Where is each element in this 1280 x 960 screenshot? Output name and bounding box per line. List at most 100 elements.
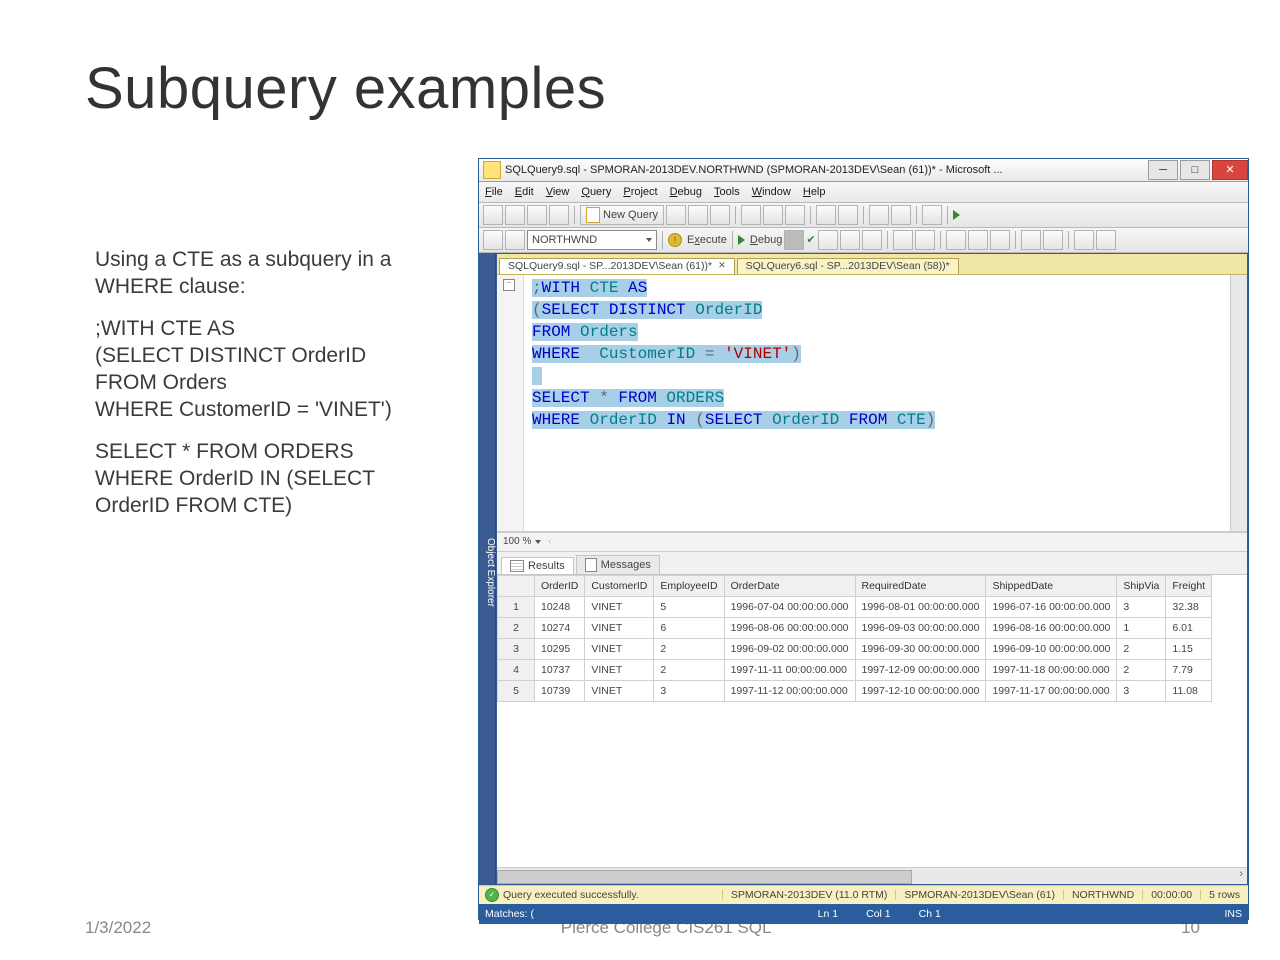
save-all-icon[interactable] xyxy=(549,205,569,225)
results-grid-icon[interactable] xyxy=(840,230,860,250)
menu-edit[interactable]: Edit xyxy=(515,187,534,198)
chevron-down-icon[interactable] xyxy=(535,540,541,544)
change-connection-icon[interactable] xyxy=(505,230,525,250)
body-sql-1: ;WITH CTE AS (SELECT DISTINCT OrderID FR… xyxy=(95,315,445,424)
misc-icon-1[interactable] xyxy=(869,205,889,225)
table-row[interactable]: 110248VINET51996-07-04 00:00:00.0001996-… xyxy=(498,597,1212,618)
object-explorer-tab[interactable]: Object Explorer xyxy=(479,253,496,885)
maximize-button[interactable]: □ xyxy=(1180,160,1210,180)
slide-title: Subquery examples xyxy=(85,55,606,122)
col-shipvia[interactable]: ShipVia xyxy=(1117,576,1166,597)
cut-icon[interactable] xyxy=(741,205,761,225)
scroll-thumb[interactable] xyxy=(497,870,912,884)
table-row[interactable]: 210274VINET61996-08-06 00:00:00.0001996-… xyxy=(498,618,1212,639)
close-tab-icon[interactable]: ✕ xyxy=(718,261,726,270)
execute-icon[interactable]: ! xyxy=(668,233,682,247)
tab-inactive[interactable]: SQLQuery6.sql - SP...2013DEV\Sean (58))* xyxy=(737,258,959,275)
table-row[interactable]: 510739VINET31997-11-12 00:00:00.0001997-… xyxy=(498,681,1212,702)
col-employeeid[interactable]: EmployeeID xyxy=(654,576,724,597)
sql-editor[interactable]: − ;WITH CTE AS(SELECT DISTINCT OrderIDFR… xyxy=(497,275,1247,532)
menu-window[interactable]: Window xyxy=(752,187,791,198)
document-tabs: SQLQuery9.sql - SP...2013DEV\Sean (61))*… xyxy=(497,254,1247,275)
status-ins: INS xyxy=(1224,909,1242,920)
status-matches: Matches: ( xyxy=(485,909,534,920)
col-customerid[interactable]: CustomerID xyxy=(585,576,654,597)
menu-query[interactable]: Query xyxy=(581,187,611,198)
col-orderdate[interactable]: OrderDate xyxy=(724,576,855,597)
col-shippeddate[interactable]: ShippedDate xyxy=(986,576,1117,597)
save-icon[interactable] xyxy=(527,205,547,225)
menu-view[interactable]: View xyxy=(546,187,570,198)
results-grid[interactable]: OrderIDCustomerIDEmployeeIDOrderDateRequ… xyxy=(497,575,1247,867)
debug-button[interactable]: Debug xyxy=(747,235,783,246)
tab-active[interactable]: SQLQuery9.sql - SP...2013DEV\Sean (61))*… xyxy=(499,258,735,275)
vertical-scrollbar[interactable] xyxy=(1230,275,1247,531)
zoom-value[interactable]: 100 % xyxy=(503,537,531,547)
undo-icon[interactable] xyxy=(816,205,836,225)
menu-file[interactable]: File xyxy=(485,187,503,198)
open-icon[interactable] xyxy=(505,205,525,225)
connect-icon[interactable] xyxy=(483,230,503,250)
misc-icon-3[interactable] xyxy=(922,205,942,225)
opt-icon-1[interactable] xyxy=(893,230,913,250)
code-area[interactable]: ;WITH CTE AS(SELECT DISTINCT OrderIDFROM… xyxy=(524,275,1230,531)
outdent-icon[interactable] xyxy=(1043,230,1063,250)
window-titlebar[interactable]: SQLQuery9.sql - SPMORAN-2013DEV.NORTHWND… xyxy=(479,159,1248,182)
status-message: Query executed successfully. xyxy=(503,890,639,901)
close-button[interactable]: ✕ xyxy=(1212,160,1248,180)
tab-results[interactable]: Results xyxy=(501,557,574,574)
chevron-down-icon xyxy=(646,238,652,242)
col-orderid[interactable]: OrderID xyxy=(535,576,585,597)
plan-icon[interactable] xyxy=(818,230,838,250)
parse-check-icon[interactable]: ✔ xyxy=(806,235,815,246)
app-icon xyxy=(483,161,501,179)
opt-icon-3[interactable] xyxy=(946,230,966,250)
paste-icon[interactable] xyxy=(785,205,805,225)
menubar[interactable]: File Edit View Query Project Debug Tools… xyxy=(479,182,1248,203)
success-icon: ✓ xyxy=(485,888,499,902)
stop-icon[interactable] xyxy=(784,230,804,250)
collapse-icon[interactable]: − xyxy=(503,279,515,291)
execute-button[interactable]: Execute xyxy=(684,235,727,246)
opt-icon-4[interactable] xyxy=(968,230,988,250)
toolbar-sql: NORTHWND ! Execute Debug ✔ xyxy=(479,228,1248,253)
table-row[interactable]: 410737VINET21997-11-11 00:00:00.0001997-… xyxy=(498,660,1212,681)
database-selector[interactable]: NORTHWND xyxy=(527,230,657,250)
page-icon xyxy=(586,207,600,223)
uncomment-icon[interactable] xyxy=(1096,230,1116,250)
redo-icon[interactable] xyxy=(838,205,858,225)
comment-icon[interactable] xyxy=(1074,230,1094,250)
toolbar-main: New Query xyxy=(479,203,1248,228)
copy-icon[interactable] xyxy=(763,205,783,225)
col-requireddate[interactable]: RequiredDate xyxy=(855,576,986,597)
tab-messages[interactable]: Messages xyxy=(576,555,660,574)
status-ch: Ch 1 xyxy=(919,909,941,920)
start-icon[interactable] xyxy=(953,210,960,220)
col-freight[interactable]: Freight xyxy=(1166,576,1212,597)
body-intro: Using a CTE as a subquery in a WHERE cla… xyxy=(95,246,445,301)
debug-play-icon[interactable] xyxy=(738,235,745,245)
horizontal-scrollbar[interactable]: ‹ › xyxy=(497,867,1247,884)
results-tabs: Results Messages xyxy=(497,552,1247,575)
menu-help[interactable]: Help xyxy=(803,187,826,198)
opt-icon-5[interactable] xyxy=(990,230,1010,250)
new-query-button[interactable]: New Query xyxy=(580,205,664,225)
new-project-icon[interactable] xyxy=(483,205,503,225)
body-sql-2: SELECT * FROM ORDERS WHERE OrderID IN (S… xyxy=(95,438,445,520)
results-text-icon[interactable] xyxy=(862,230,882,250)
misc-icon-2[interactable] xyxy=(891,205,911,225)
app-status-bar: Matches: ( Ln 1 Col 1 Ch 1 INS xyxy=(479,904,1248,924)
menu-project[interactable]: Project xyxy=(623,187,657,198)
status-server: SPMORAN-2013DEV (11.0 RTM) xyxy=(722,890,896,901)
db-icon-3[interactable] xyxy=(710,205,730,225)
db-icon[interactable] xyxy=(666,205,686,225)
status-col: Col 1 xyxy=(866,909,891,920)
opt-icon-2[interactable] xyxy=(915,230,935,250)
menu-tools[interactable]: Tools xyxy=(714,187,740,198)
minimize-button[interactable]: ─ xyxy=(1148,160,1178,180)
db-icon-2[interactable] xyxy=(688,205,708,225)
menu-debug[interactable]: Debug xyxy=(670,187,702,198)
indent-icon[interactable] xyxy=(1021,230,1041,250)
ssms-window: SQLQuery9.sql - SPMORAN-2013DEV.NORTHWND… xyxy=(478,158,1249,920)
table-row[interactable]: 310295VINET21996-09-02 00:00:00.0001996-… xyxy=(498,639,1212,660)
